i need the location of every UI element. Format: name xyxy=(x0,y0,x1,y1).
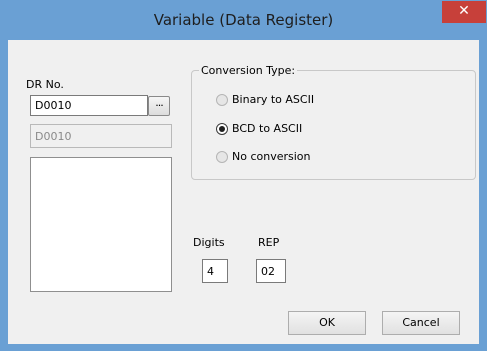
digits-input[interactable]: 4 xyxy=(202,259,228,283)
digits-label: Digits xyxy=(193,236,225,249)
close-button[interactable]: ✕ xyxy=(442,1,486,23)
register-list-box[interactable] xyxy=(30,157,172,292)
radio-button-icon xyxy=(216,94,228,106)
title-bar[interactable]: Variable (Data Register) ✕ xyxy=(0,0,487,40)
radio-button-icon xyxy=(216,151,228,163)
cancel-button[interactable]: Cancel xyxy=(382,311,460,335)
dr-no-label: DR No. xyxy=(26,78,64,91)
dr-no-input[interactable]: D0010 xyxy=(30,95,148,116)
radio-label: No conversion xyxy=(232,150,311,163)
ok-button[interactable]: OK xyxy=(288,311,366,335)
radio-button-selected-icon[interactable] xyxy=(216,123,228,135)
radio-label: BCD to ASCII xyxy=(232,122,303,135)
dr-no-readonly-field: D0010 xyxy=(30,124,172,148)
browse-button[interactable]: ... xyxy=(148,96,170,116)
rep-label: REP xyxy=(258,236,280,249)
dialog-title: Variable (Data Register) xyxy=(153,11,334,29)
close-icon: ✕ xyxy=(458,3,470,19)
radio-binary-to-ascii: Binary to ASCII xyxy=(216,92,376,108)
radio-bcd-to-ascii[interactable]: BCD to ASCII xyxy=(216,121,376,137)
rep-input[interactable]: 02 xyxy=(256,259,286,283)
radio-no-conversion: No conversion xyxy=(216,149,376,165)
radio-label: Binary to ASCII xyxy=(232,93,315,106)
conversion-type-title: Conversion Type: xyxy=(199,64,298,77)
